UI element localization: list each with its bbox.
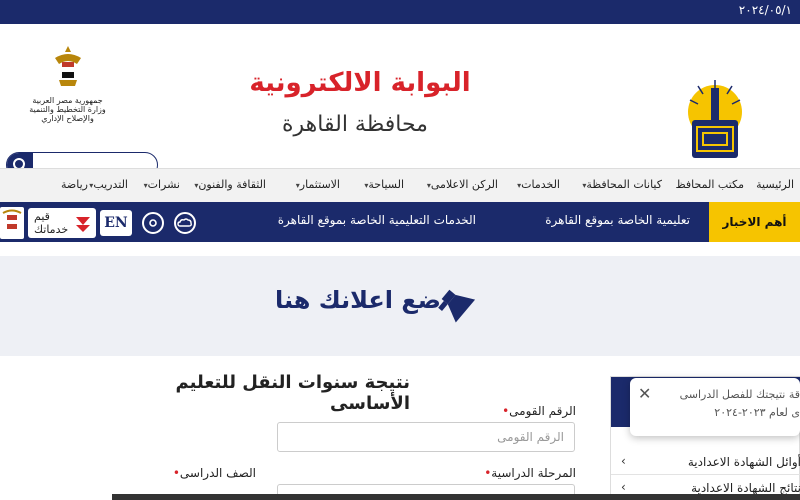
nav-item-culture[interactable]: الثقافة والفنون▾ <box>191 178 266 191</box>
main-nav: الرئيسية مكتب المحافظ كيانات المحافظة▾ ا… <box>0 168 800 202</box>
nav-item-training[interactable]: التدريب▾ <box>86 178 128 191</box>
news-bar: أهم الاخبار تعليمية الخاصة بموقع القاهرة… <box>0 202 800 242</box>
rate-label-1: قيم <box>34 210 50 223</box>
grade-label: الصف الدراسى• <box>172 466 256 480</box>
news-ticker-item[interactable]: الخدمات التعليمية الخاصة بموقع القاهرة <box>278 213 476 227</box>
notification-popup[interactable]: ✕ قة نتيجتك للفصل الدراسى ى لعام ٢٠٢٣-٢٠… <box>630 378 800 436</box>
sidebar-item-top-students[interactable]: أوائل الشهادة الاعدادية › <box>611 451 800 475</box>
cloud-glyph-icon <box>177 218 192 227</box>
site-header: جمهورية مصر العربية وزارة التخطيط والتنم… <box>0 24 800 178</box>
chevron-right-icon: › <box>621 480 626 494</box>
notification-line-2: ى لعام ٢٠٢٣-٢٠٢٤ <box>714 406 800 419</box>
nav-item-investment[interactable]: الاستثمار▾ <box>293 178 340 191</box>
government-logo[interactable]: جمهورية مصر العربية وزارة التخطيط والتنم… <box>20 44 115 134</box>
english-language-button[interactable]: EN <box>100 210 132 236</box>
nav-item-bulletins[interactable]: نشرات▾ <box>141 178 180 191</box>
ad-banner[interactable]: ضع اعلانك هنا <box>0 256 800 356</box>
megaphone-icon <box>438 289 476 323</box>
cairo-governorate-logo-icon[interactable] <box>684 72 746 166</box>
chevron-right-icon: › <box>621 454 626 468</box>
date-text: ٢٠٢٤/٠٥/١ <box>738 3 792 17</box>
nav-item-home[interactable]: الرئيسية <box>756 178 794 191</box>
rating-mark-icon <box>76 217 90 232</box>
stage-label: المرحلة الدراسية• <box>484 466 576 480</box>
top-bar: ٢٠٢٤/٠٥/١ <box>0 0 800 24</box>
rate-label-2: خدماتك <box>34 223 69 236</box>
cloud-icon[interactable] <box>174 212 196 234</box>
nav-item-sports[interactable]: رياضة <box>61 178 88 191</box>
record-icon[interactable] <box>142 212 164 234</box>
nav-item-entities[interactable]: كيانات المحافظة▾ <box>579 178 662 191</box>
eagle-emblem-icon <box>54 46 81 86</box>
ad-text: ضع اعلانك هنا <box>275 286 441 314</box>
gov-line-1: جمهورية مصر العربية <box>32 96 103 105</box>
gov-line-2: وزارة التخطيط والتنمية والإصلاح الإداري <box>29 105 106 123</box>
news-ticker-item[interactable]: تعليمية الخاصة بموقع القاهرة <box>545 213 690 227</box>
bottom-strip <box>112 494 800 500</box>
form-title: نتيجة سنوات النقل للتعليم الأساسى <box>175 372 410 414</box>
close-icon[interactable]: ✕ <box>638 384 651 403</box>
nav-item-media[interactable]: الركن الاعلامى▾ <box>424 178 498 191</box>
national-id-field[interactable]: الرقم القومى <box>277 422 575 452</box>
rate-services-button[interactable]: قيم خدماتك <box>28 208 96 238</box>
national-id-label: الرقم القومى• <box>502 404 576 418</box>
notification-line-1: قة نتيجتك للفصل الدراسى <box>679 388 800 401</box>
nav-item-tourism[interactable]: السياحة▾ <box>361 178 404 191</box>
dot-glyph-icon <box>149 219 157 227</box>
site-subtitle: محافظة القاهرة <box>282 112 428 137</box>
site-title: البوابة الالكترونية <box>249 68 471 98</box>
egypt-emblem-icon[interactable] <box>0 207 24 239</box>
nav-item-services[interactable]: الخدمات▾ <box>514 178 560 191</box>
nav-item-governor-office[interactable]: مكتب المحافظ <box>675 178 744 191</box>
emblem-glyph-icon <box>2 209 22 229</box>
top-news-label: أهم الاخبار <box>709 202 800 242</box>
